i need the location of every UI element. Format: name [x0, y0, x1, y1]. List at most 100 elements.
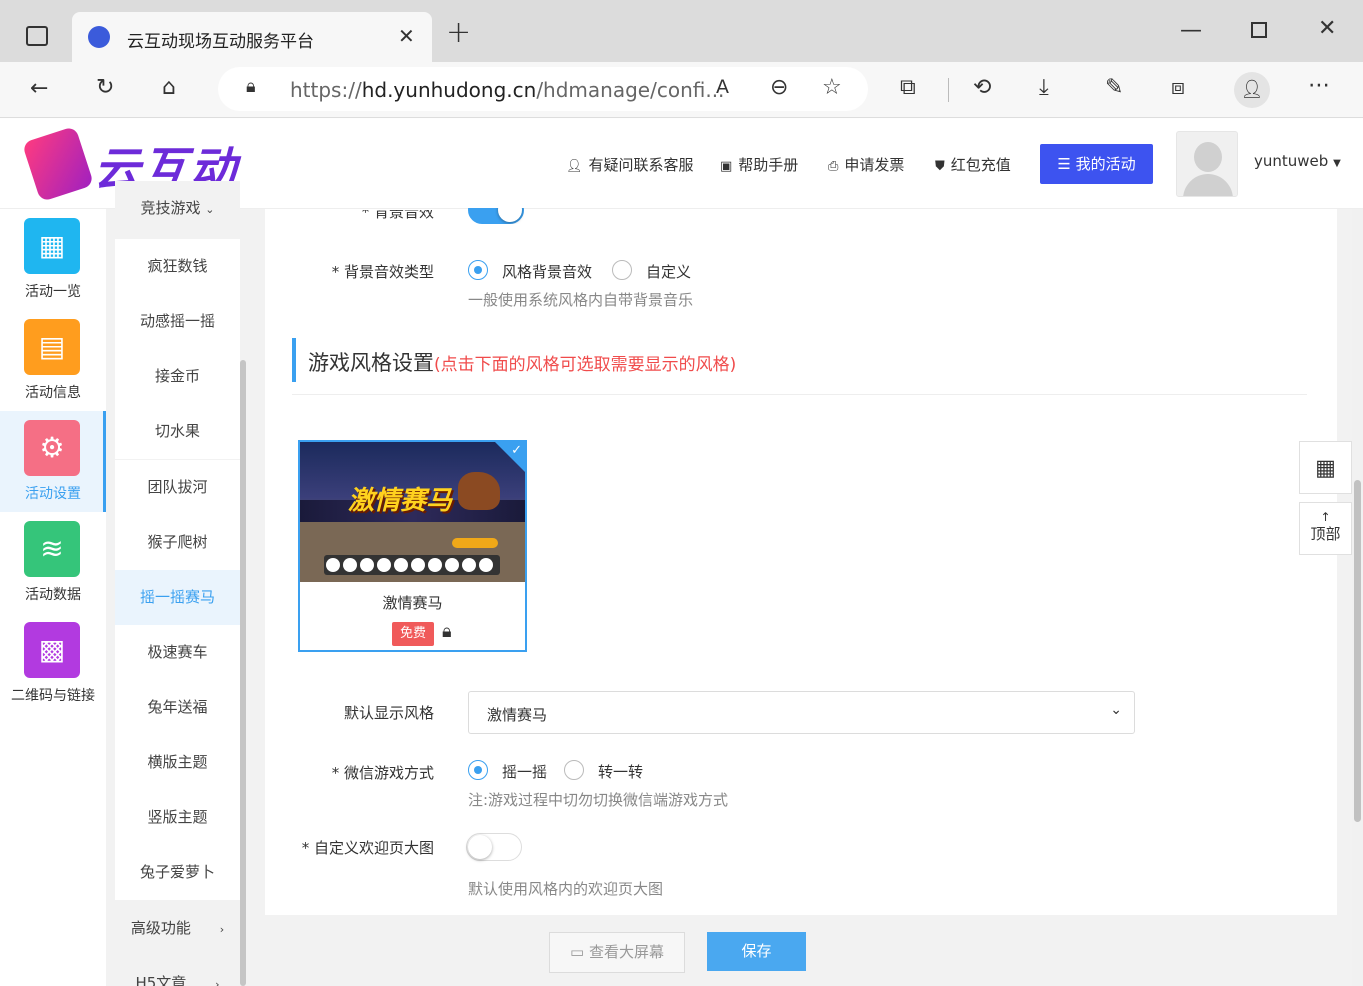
page-scrollbar-thumb[interactable] — [1354, 480, 1361, 822]
extensions-icon[interactable]: ⧉ — [900, 77, 916, 99]
reload-icon[interactable]: ↻ — [96, 77, 114, 99]
my-activity-button[interactable]: ☰ 我的活动 — [1040, 144, 1153, 184]
free-badge: 免费 — [392, 622, 434, 646]
more-icon[interactable]: ⋯ — [1308, 75, 1330, 97]
secondary-nav: 竞技游戏 ⌄ 疯狂数钱 动感摇一摇 接金币 切水果 团队拔河 猴子爬树 摇一摇赛… — [106, 181, 249, 986]
username-dropdown[interactable]: yuntuweb ▼ — [1254, 152, 1341, 170]
back-to-top-button[interactable]: ↑ 顶部 — [1299, 502, 1352, 555]
back-icon[interactable]: ← — [30, 78, 48, 100]
subnav-item[interactable]: 猴子爬树 — [115, 515, 240, 570]
default-style-label: 默认显示风格 — [343, 704, 434, 722]
monitor-icon: ▭ — [570, 943, 589, 961]
style-card-horse-racing[interactable]: 激情赛马 ✓ 激情赛马 免费 🔒︎ — [298, 440, 527, 652]
download-icon[interactable]: ⤓ — [1039, 77, 1049, 99]
thumb-dots — [324, 555, 500, 575]
bg-sound-style-option[interactable]: 风格背景音效 — [502, 261, 592, 282]
url-text: https://hd.yunhudong.cn/hdmanage/confi..… — [290, 78, 725, 102]
database-icon: ≋ — [24, 521, 80, 577]
subnav-item[interactable]: 兔年送福 — [115, 680, 240, 735]
lock-icon[interactable]: 🔒︎ — [246, 78, 256, 96]
subnav-item[interactable]: 兔子爱萝卜 — [115, 845, 240, 900]
browser-tab[interactable]: 云互动现场互动服务平台 ✕ — [72, 12, 432, 62]
wechat-mode-hint: 注:游戏过程中切勿切换微信端游戏方式 — [468, 791, 729, 809]
chevron-down-icon: ⌄ — [205, 203, 215, 216]
sidebar-item-activity-list[interactable]: ▦ 活动一览 — [0, 209, 106, 310]
style-thumbnail: 激情赛马 — [300, 442, 525, 582]
toolbar-divider — [948, 78, 949, 102]
view-big-screen-button[interactable]: ▭ 查看大屏幕 — [549, 932, 685, 973]
help-manual-link[interactable]: ▣ 帮助手册 — [720, 154, 798, 175]
bg-sound-hint: 一般使用系统风格内自带背景音乐 — [468, 291, 694, 309]
address-toolbar: ← ↻ ⌂ 🔒︎ https://hd.yunhudong.cn/hdmanag… — [0, 62, 1363, 118]
subnav-item[interactable]: 横版主题 — [115, 735, 240, 790]
primary-sidebar: ▦ 活动一览 ▤ 活动信息 ⚙ 活动设置 ≋ 活动数据 ▩ 二维码与链接 — [0, 209, 106, 986]
qrcode-icon: ▩ — [24, 622, 80, 678]
maximize-icon[interactable] — [1251, 22, 1267, 38]
chevron-right-icon: › — [219, 923, 225, 936]
bg-sound-custom-radio[interactable] — [612, 260, 632, 280]
welcome-image-toggle[interactable] — [466, 833, 522, 861]
history-icon[interactable]: ⟲ — [973, 77, 991, 99]
avatar[interactable] — [1176, 131, 1238, 197]
subnav-item[interactable]: 竖版主题 — [115, 790, 240, 845]
tab-actions-icon[interactable] — [26, 26, 48, 46]
thumb-title: 激情赛马 — [348, 486, 453, 516]
qrcode-float-button[interactable]: ▦ — [1299, 441, 1352, 494]
shield-check-icon: ⛊ — [935, 159, 945, 174]
wechat-shake-option[interactable]: 摇一摇 — [502, 761, 547, 782]
horse-figure — [458, 472, 500, 510]
site-favicon-icon — [88, 26, 110, 48]
home-icon[interactable]: ⌂ — [162, 77, 176, 99]
close-window-icon[interactable]: ✕ — [1318, 18, 1336, 40]
subnav-group-competitive[interactable]: 竞技游戏 ⌄ — [115, 181, 240, 236]
screenshot-icon[interactable]: ⧈ — [1171, 77, 1185, 99]
section-title: 游戏风格设置(点击下面的风格可选取需要显示的风格) — [308, 351, 737, 375]
bg-sound-type-label: * 背景音效类型 — [331, 263, 434, 281]
wechat-shake-radio[interactable] — [468, 760, 488, 780]
style-name: 激情赛马 — [382, 594, 443, 612]
user-add-icon: 👤︎ — [566, 159, 583, 174]
save-button[interactable]: 保存 — [707, 932, 806, 971]
default-style-select[interactable]: 激情赛马 ⌄ — [468, 691, 1135, 734]
tab-title: 云互动现场互动服务平台 — [127, 32, 314, 52]
address-bar[interactable]: 🔒︎ https://hd.yunhudong.cn/hdmanage/conf… — [218, 67, 868, 111]
contact-support-link[interactable]: 👤︎ 有疑问联系客服 — [566, 154, 694, 175]
bg-sound-custom-option[interactable]: 自定义 — [646, 261, 691, 282]
section-note: (点击下面的风格可选取需要显示的风格) — [434, 355, 737, 375]
chevron-right-icon: › — [215, 978, 220, 986]
minimize-icon[interactable]: — — [1180, 20, 1202, 42]
collections-icon[interactable]: ✎ — [1105, 77, 1123, 99]
new-tab-icon[interactable]: + — [446, 18, 471, 48]
profile-icon[interactable]: 👤︎ — [1234, 72, 1270, 108]
subnav-item[interactable]: 动感摇一摇 — [115, 294, 240, 349]
start-pill — [452, 538, 498, 548]
wechat-rotate-option[interactable]: 转一转 — [598, 761, 643, 782]
subnav-group-h5[interactable]: H5文章 › — [115, 956, 240, 986]
lock-icon: 🔒︎ — [442, 621, 452, 642]
subnav-item[interactable]: 切水果 — [115, 404, 240, 459]
sidebar-item-activity-data[interactable]: ≋ 活动数据 — [0, 512, 106, 613]
subnav-item[interactable]: 接金币 — [115, 349, 240, 404]
close-tab-icon[interactable]: ✕ — [398, 26, 415, 46]
invoice-link[interactable]: ⎙ 申请发票 — [828, 154, 904, 175]
list-icon: ☰ — [1057, 155, 1076, 173]
read-aloud-icon[interactable]: A — [716, 78, 729, 97]
wechat-rotate-radio[interactable] — [564, 760, 584, 780]
subnav-scrollbar[interactable] — [240, 360, 246, 986]
subnav-item-active[interactable]: 摇一摇赛马 — [115, 570, 240, 625]
sidebar-item-activity-info[interactable]: ▤ 活动信息 — [0, 310, 106, 411]
sidebar-item-activity-settings[interactable]: ⚙ 活动设置 — [0, 411, 106, 512]
recharge-link[interactable]: ⛊ 红包充值 — [935, 154, 1011, 175]
subnav-item[interactable]: 极速赛车 — [115, 625, 240, 680]
avatar-body — [1183, 174, 1233, 196]
bg-sound-style-radio[interactable] — [468, 260, 488, 280]
arrow-up-icon: ↑ — [1320, 510, 1331, 524]
zoom-out-icon[interactable]: ⊖ — [770, 77, 788, 99]
subnav-group-advanced[interactable]: 高级功能 › — [115, 901, 240, 956]
subnav-item[interactable]: 疯狂数钱 — [115, 239, 240, 294]
sidebar-item-qrcode[interactable]: ▩ 二维码与链接 — [0, 613, 106, 714]
subnav-item[interactable]: 团队拔河 — [115, 460, 240, 515]
back-to-top-label: 顶部 — [1310, 525, 1341, 543]
qrcode-icon: ▦ — [1315, 456, 1336, 481]
favorite-add-icon[interactable]: ☆ — [822, 77, 842, 99]
